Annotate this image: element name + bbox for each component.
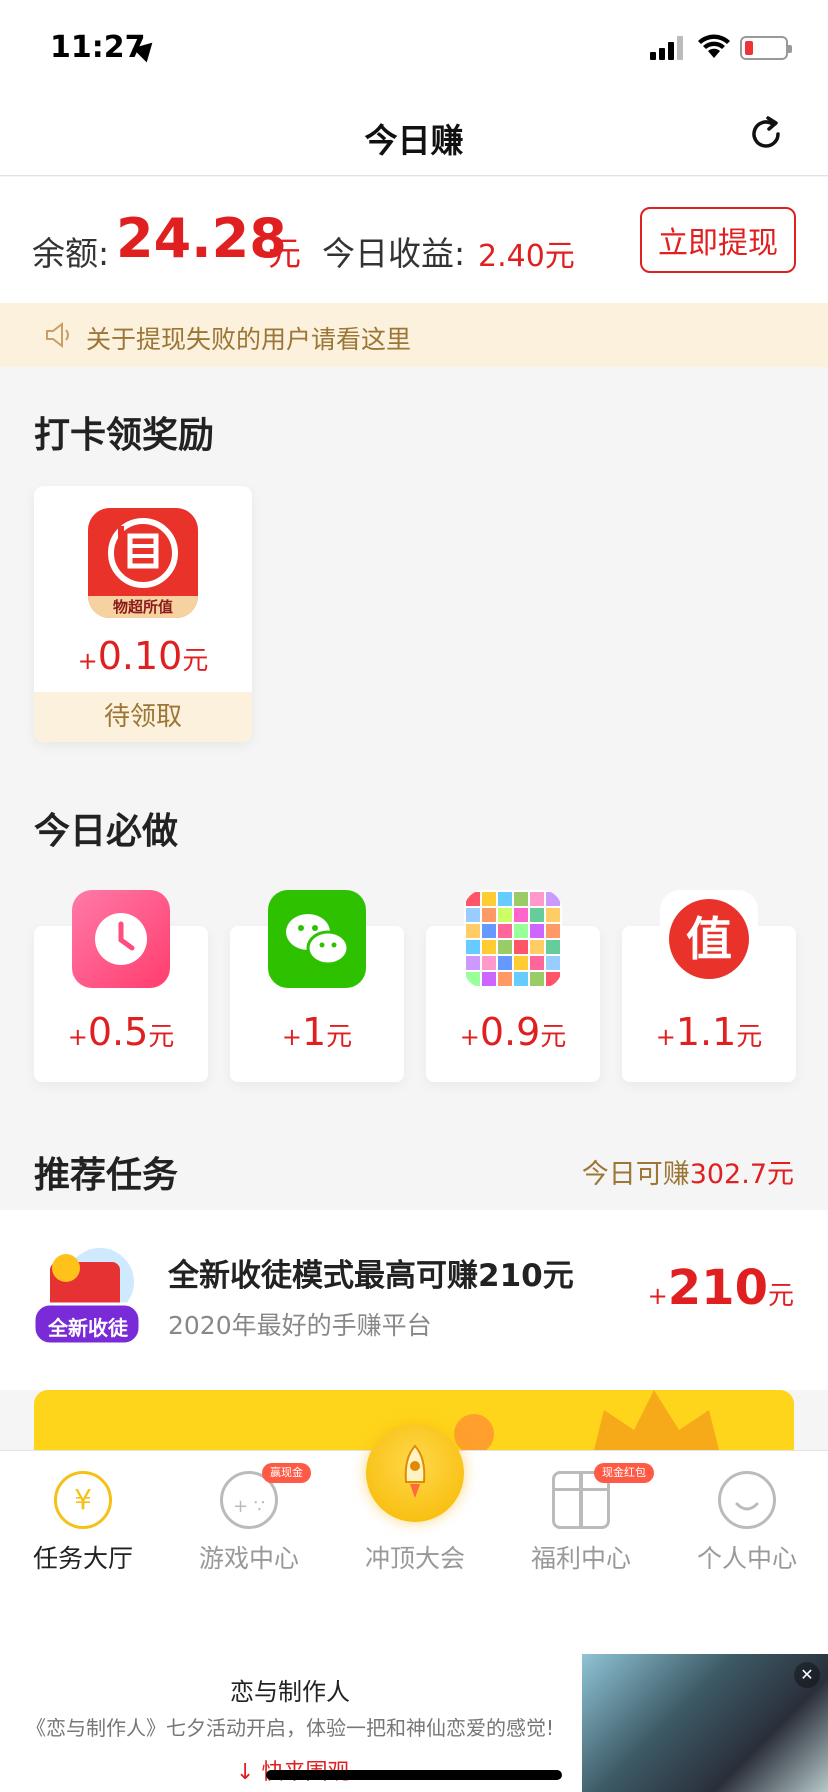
recommend-earn: 今日可赚302.7元	[581, 1159, 794, 1190]
balance-area: 余额: 24.28 元 今日收益: 2.40元 立即提现	[0, 177, 828, 303]
task-reward: +1元	[281, 1010, 353, 1054]
battery-icon	[740, 36, 792, 60]
zhi-icon: 值	[660, 890, 758, 988]
tab-label: 游戏中心	[198, 1544, 299, 1573]
wifi-icon	[698, 34, 730, 58]
recommend-subtitle: 2020年最好的手赚平台	[168, 1311, 432, 1340]
wechat-icon	[268, 890, 366, 988]
ad-area[interactable]: 恋与制作人 《恋与制作人》七夕活动开启，体验一把和神仙恋爱的感觉! ↓ 快来围观…	[0, 1578, 828, 1792]
download-arrow-icon: ↓	[236, 1760, 262, 1785]
ad-description: 《恋与制作人》七夕活动开启，体验一把和神仙恋爱的感觉!	[25, 1716, 555, 1740]
notice-bar[interactable]: 关于提现失败的用户请看这里	[0, 303, 828, 367]
balance-unit: 元	[268, 234, 301, 273]
tab-badge: 现金红包	[594, 1463, 654, 1483]
speaker-icon	[46, 321, 69, 349]
status-time: 11:27	[50, 30, 146, 65]
tab-badge: 赢现金	[262, 1463, 311, 1483]
rocket-icon[interactable]	[366, 1424, 464, 1522]
checkin-section-title: 打卡领奖励	[34, 415, 215, 456]
tab-label: 福利中心	[530, 1544, 631, 1573]
recommend-title: 全新收徒模式最高可赚210元	[168, 1258, 574, 1294]
tab-welfare-center[interactable]: 现金红包 福利中心	[498, 1451, 664, 1579]
recommend-section-title: 推荐任务	[34, 1155, 179, 1196]
task-reward: +1.1元	[655, 1010, 763, 1054]
smile-icon	[718, 1471, 776, 1529]
today-earnings-value: 2.40元	[478, 239, 575, 274]
ad-image[interactable]: ✕	[582, 1654, 828, 1792]
recommend-reward: +210元	[647, 1260, 794, 1316]
balance-label: 余额:	[32, 234, 110, 273]
withdraw-button[interactable]: 立即提现	[640, 207, 796, 273]
zhi-glyph: 值	[669, 899, 749, 979]
checkin-status: 待领取	[34, 692, 252, 742]
notice-text: 关于提现失败的用户请看这里	[86, 325, 412, 354]
today-earnings-label: 今日收益:	[322, 234, 466, 273]
checkin-card[interactable]: 物超所值 +0.10元 待领取	[34, 486, 252, 742]
smzdm-app-icon: 物超所值	[88, 508, 198, 618]
recruit-icon: 全新收徒	[30, 1242, 148, 1352]
tab-label: 个人中心	[696, 1544, 797, 1573]
recommend-task-item[interactable]: 全新收徒 全新收徒模式最高可赚210元 2020年最好的手赚平台 +210元	[0, 1210, 828, 1390]
clock-icon	[72, 890, 170, 988]
ad-title: 恋与制作人	[230, 1678, 350, 1706]
tab-game-center[interactable]: + ∵ 赢现金 游戏中心	[166, 1451, 332, 1579]
tab-profile[interactable]: 个人中心	[664, 1451, 828, 1579]
close-icon[interactable]: ✕	[794, 1662, 820, 1688]
tab-label: 冲顶大会	[364, 1544, 465, 1573]
color-grid-icon	[464, 890, 562, 988]
tab-label: 任务大厅	[32, 1544, 133, 1573]
smzdm-badge: 物超所值	[88, 596, 198, 618]
daily-section-title: 今日必做	[34, 811, 179, 852]
yen-icon: ¥	[54, 1471, 112, 1529]
balance-value: 24.28	[116, 207, 287, 270]
status-bar: 11:27	[0, 0, 828, 96]
checkin-reward: +0.10元	[77, 634, 209, 678]
home-indicator	[266, 1770, 562, 1780]
zhi-logo-icon	[108, 518, 178, 588]
tab-task-hall[interactable]: ¥ 任务大厅	[0, 1451, 166, 1579]
task-reward: +0.9元	[459, 1010, 567, 1054]
signal-icon	[650, 36, 688, 60]
refresh-icon[interactable]	[746, 114, 786, 154]
task-reward: +0.5元	[67, 1010, 175, 1054]
nav-bar: 今日赚	[0, 96, 828, 176]
page-title: 今日赚	[364, 121, 464, 160]
recruit-icon-text: 全新收徒	[48, 1316, 128, 1340]
